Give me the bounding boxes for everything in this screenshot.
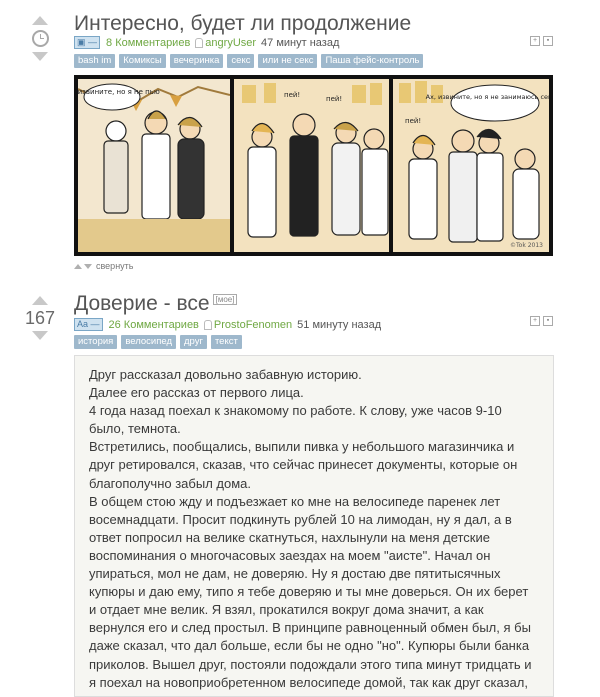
chevron-down-icon <box>84 263 92 269</box>
comic-image: Ах, извините, но я не пью <box>74 75 553 256</box>
story-paragraph: Далее его рассказ от первого лица. <box>89 385 304 401</box>
post-1-comments-link[interactable]: 8 Комментариев <box>106 37 190 49</box>
expand-icon[interactable]: + <box>530 316 540 326</box>
clock-icon <box>31 30 49 47</box>
story-paragraph: Встретились, пообщались, выпили пивка у … <box>89 439 518 491</box>
tag[interactable]: Комиксы <box>119 54 166 68</box>
comic-panel-1: Ах, извините, но я не пью <box>78 79 230 252</box>
story-paragraph: Друг рассказал довольно забавную историю… <box>89 367 362 382</box>
post-2-rating: 167 <box>22 296 58 340</box>
collapse-label: свернуть <box>96 261 134 271</box>
post-1-tools: + ▪ <box>530 36 553 46</box>
post-2-meta: Aa — 26 Комментариев ProstoFenomen 51 ми… <box>74 318 381 331</box>
tag[interactable]: велосипед <box>121 335 176 349</box>
user-icon <box>203 319 212 330</box>
post-1-rating <box>22 16 58 61</box>
tag[interactable]: вечеринка <box>169 54 224 68</box>
tag[interactable]: текст <box>210 335 242 349</box>
tag[interactable]: друг <box>180 335 207 349</box>
comic-panel-2: пей! пей! <box>234 79 389 252</box>
story-paragraph: В общем стою жду и подъезжает ко мне на … <box>89 493 532 690</box>
comic-bubble-2: пей! <box>284 91 300 99</box>
expand-icon[interactable]: + <box>530 36 540 46</box>
upvote-arrow-icon[interactable] <box>32 296 48 305</box>
text-post-icon: Aa — <box>74 318 103 331</box>
user-icon <box>195 37 204 48</box>
post-2-rating-value: 167 <box>24 308 56 328</box>
image-post-icon: ▣ — <box>74 36 101 49</box>
post-2-tools: + ▪ <box>530 316 553 326</box>
comic-bubble-1: Ах, извините, но я не пью <box>78 88 160 96</box>
tag[interactable]: секс <box>227 54 255 68</box>
tag[interactable]: bash im <box>74 54 116 68</box>
post-2-title: Доверие - все [мое] <box>74 292 238 316</box>
story-text: Друг рассказал довольно забавную историю… <box>75 356 553 692</box>
collapse-button[interactable]: свернуть <box>74 261 133 271</box>
post-2-title-text[interactable]: Доверие - все <box>74 292 210 315</box>
save-icon[interactable]: ▪ <box>543 36 553 46</box>
my-tag-badge[interactable]: [мое] <box>212 294 238 305</box>
comic-panel-3: пей! Ах, извините, но я не занимаюсь сек… <box>393 79 549 252</box>
post-2-author[interactable]: ProstoFenomen <box>214 319 292 331</box>
post-2-time: 51 минуту назад <box>297 318 382 331</box>
post-1-author[interactable]: angryUser <box>205 37 256 49</box>
tag[interactable]: история <box>74 335 118 349</box>
tag[interactable]: или не секс <box>258 54 318 68</box>
post-2-tags: история велосипед друг текст <box>74 335 242 349</box>
post-2-comments-link[interactable]: 26 Комментариев <box>109 319 199 331</box>
comic-signature: ©Tok 2013 <box>510 242 543 249</box>
story-paragraph: 4 года назад поехал к знакомому по работ… <box>89 403 502 437</box>
downvote-arrow-icon[interactable] <box>32 52 48 61</box>
post-1-tags: bash im Комиксы вечеринка секс или не се… <box>74 54 424 68</box>
tag[interactable]: Паша фейс-контроль <box>321 54 424 68</box>
chevron-up-icon <box>74 263 82 269</box>
post-1-meta: ▣ — 8 Комментариев angryUser 47 минут на… <box>74 36 339 49</box>
comic-bubble-3: пей! <box>326 95 342 103</box>
comic-bubble-4: Ах, извините, но я не занимаюсь сексом <box>426 93 549 101</box>
comic-bubble-5: пей! <box>405 117 421 125</box>
downvote-arrow-icon[interactable] <box>32 331 48 340</box>
post-1-time: 47 минут назад <box>261 36 340 49</box>
post-1-title[interactable]: Интересно, будет ли продолжение <box>74 12 411 36</box>
upvote-arrow-icon[interactable] <box>32 16 48 25</box>
save-icon[interactable]: ▪ <box>543 316 553 326</box>
post-2-story: Друг рассказал довольно забавную историю… <box>74 355 554 697</box>
